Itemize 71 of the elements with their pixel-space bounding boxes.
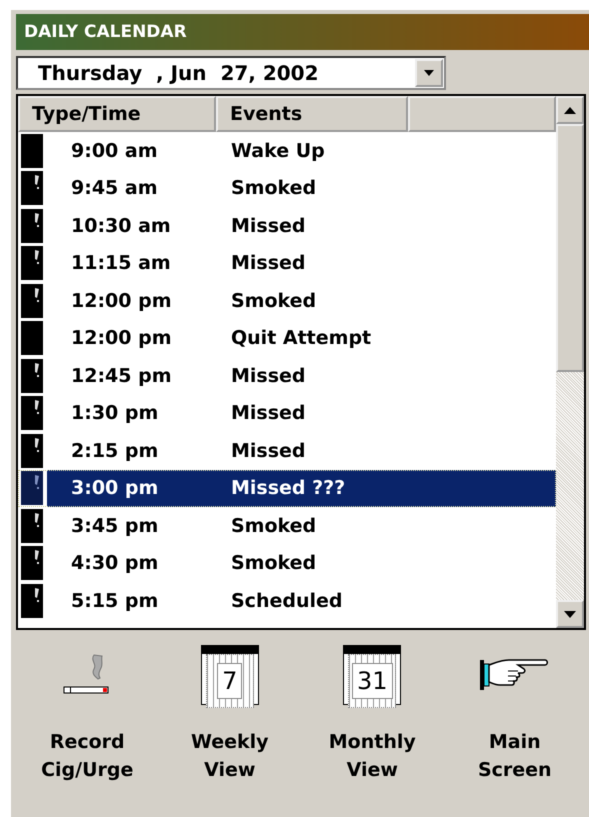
event-text: Smoked: [231, 552, 316, 574]
time-text: 9:00 am: [70, 140, 158, 162]
event-row[interactable]: 5:15 pm Scheduled: [18, 582, 556, 620]
time-text: 2:15 pm: [70, 440, 160, 462]
event-text: Missed: [231, 214, 306, 237]
dropdown-button[interactable]: [415, 59, 443, 87]
alert-icon: [21, 171, 43, 206]
time-text: 10:30 am: [70, 214, 172, 237]
alert-icon: [21, 208, 43, 243]
time-text: 12:00 pm: [70, 290, 172, 312]
pointing-hand-icon: [480, 657, 550, 693]
down-arrow-icon: [564, 610, 576, 618]
event-text: Missed: [231, 402, 306, 424]
date-dropdown[interactable]: Thursday , Jun 27, 2002: [16, 56, 446, 90]
action-button[interactable]: 7 Weekly View: [158, 642, 301, 784]
event-row[interactable]: 4:30 pm Smoked: [18, 544, 556, 582]
column-header[interactable]: Type/Time: [18, 96, 216, 132]
event-text: Missed: [231, 364, 306, 387]
caret-icon: [423, 69, 435, 77]
event-text: Quit Attempt: [231, 327, 372, 350]
event-text: Missed: [231, 440, 306, 462]
event-row[interactable]: 3:00 pm Missed ???: [18, 470, 556, 507]
alert-icon: [21, 284, 43, 318]
scroll-down-button[interactable]: [556, 600, 584, 628]
time-text: 11:15 am: [70, 252, 172, 274]
alert-icon: [21, 546, 43, 580]
event-text: Smoked: [231, 290, 316, 312]
event-text: Smoked: [231, 514, 316, 537]
event-text: Missed: [231, 252, 306, 274]
event-row[interactable]: 11:15 am Missed: [18, 244, 556, 282]
event-row[interactable]: 9:00 am Wake Up: [18, 132, 556, 170]
event-text: Smoked: [231, 177, 316, 200]
event-row[interactable]: 12:45 pm Missed: [18, 357, 556, 394]
event-row[interactable]: 3:45 pm Smoked: [18, 507, 556, 544]
event-text: Scheduled: [231, 590, 342, 612]
action-button[interactable]: Record Cig/Urge: [16, 642, 158, 784]
scroll-thumb[interactable]: [556, 124, 584, 372]
event-row[interactable]: 1:30 pm Missed: [18, 394, 556, 432]
alert-icon: [21, 358, 43, 393]
action-button[interactable]: 31 Monthly View: [301, 642, 444, 784]
square-icon: [21, 134, 43, 168]
time-text: 1:30 pm: [70, 402, 160, 424]
column-header[interactable]: Events: [216, 96, 408, 132]
scroll-up-button[interactable]: [556, 96, 584, 124]
calendar-icon: 7: [200, 645, 259, 705]
alert-icon: [21, 396, 43, 430]
event-row[interactable]: 10:30 am Missed: [18, 207, 556, 244]
event-row[interactable]: 2:15 pm Missed: [18, 432, 556, 470]
time-text: 12:00 pm: [70, 327, 172, 350]
alert-icon: [21, 508, 43, 543]
alert-icon: [21, 434, 43, 468]
window-title: DAILY CALENDAR: [24, 22, 187, 42]
action-button[interactable]: Main Screen: [444, 642, 586, 784]
time-text: 3:45 pm: [70, 514, 160, 537]
time-text: 12:45 pm: [70, 364, 172, 387]
event-text: Wake Up: [231, 140, 325, 162]
event-text: Missed ???: [231, 477, 346, 500]
square-icon: [21, 321, 43, 356]
up-arrow-icon: [564, 106, 576, 114]
alert-icon: [21, 471, 43, 506]
event-row[interactable]: 12:00 pm Smoked: [18, 282, 556, 320]
calendar-icon: 31: [343, 645, 402, 705]
time-text: 4:30 pm: [70, 552, 160, 574]
alert-icon: [21, 246, 43, 280]
event-row[interactable]: 12:00 pm Quit Attempt: [18, 320, 556, 357]
time-text: 5:15 pm: [70, 590, 160, 612]
time-text: 3:00 pm: [70, 477, 160, 500]
event-row[interactable]: 9:45 am Smoked: [18, 170, 556, 207]
alert-icon: [21, 584, 43, 618]
time-text: 9:45 am: [70, 177, 158, 200]
scrollbar[interactable]: [556, 96, 584, 628]
